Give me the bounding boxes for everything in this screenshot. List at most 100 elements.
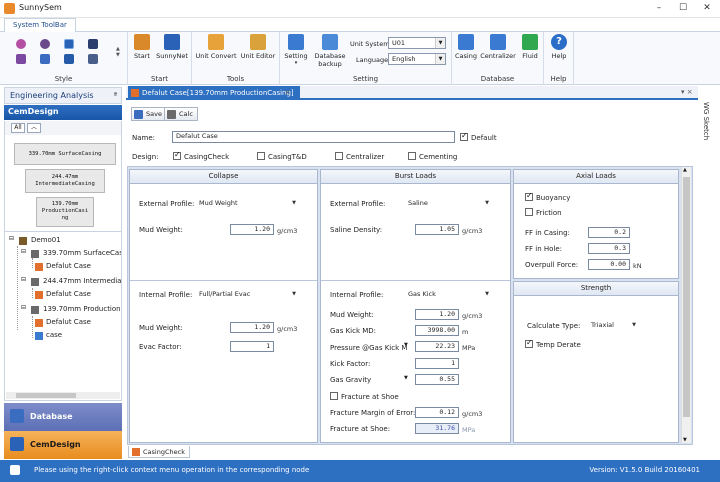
- wg-sketch-side-tab[interactable]: WG Sketch: [699, 100, 715, 180]
- ribbon-tab-system-toolbar[interactable]: System ToolBar: [4, 18, 76, 32]
- unit-editor-button[interactable]: Unit Editor: [238, 34, 278, 60]
- chevron-down-icon[interactable]: ▼: [404, 375, 408, 381]
- database-backup-button[interactable]: Database backup: [312, 34, 348, 68]
- style-icon-1[interactable]: [16, 39, 26, 49]
- case-icon: [132, 448, 140, 456]
- cementing-checkbox[interactable]: [408, 152, 416, 160]
- tab-menu-icon[interactable]: ▾ ×: [681, 88, 693, 96]
- casing-box-surface[interactable]: 339.70mm SurfaceCasing: [14, 143, 116, 165]
- calculate-type-dropdown[interactable]: Triaxial ▼: [588, 320, 638, 331]
- style-icon-3[interactable]: [64, 39, 74, 49]
- all-button[interactable]: All: [11, 123, 25, 133]
- fracture-margin-input[interactable]: 0.12: [415, 407, 459, 418]
- casingtd-checkbox[interactable]: [257, 152, 265, 160]
- evac-factor-input[interactable]: 1: [230, 341, 274, 352]
- group-label-help: Help: [550, 75, 567, 83]
- sunnynet-button[interactable]: SunnyNet: [154, 34, 190, 60]
- expand-icon[interactable]: ⊟: [21, 276, 26, 283]
- document-tab-default-case[interactable]: Defalut Case[139.70mm ProductionCasing]: [128, 86, 300, 100]
- saline-density-input[interactable]: 1.05: [415, 224, 459, 235]
- fluid-db-icon: [522, 34, 538, 50]
- setting-dropdown-icon: ▾: [294, 60, 298, 66]
- content-vertical-scrollbar[interactable]: ▲ ▼: [681, 167, 691, 443]
- collapse-int-profile-dropdown[interactable]: Full/Partial Evac ▼: [196, 289, 298, 300]
- help-button[interactable]: ? Help: [547, 34, 571, 60]
- nav-cemdesign[interactable]: CemDesign: [4, 431, 122, 459]
- ff-casing-input[interactable]: 0.2: [588, 227, 630, 238]
- collapse-int-profile-label: Internal Profile:: [139, 291, 193, 299]
- expand-icon[interactable]: ⊟: [21, 248, 26, 255]
- collapse-int-mud-input[interactable]: 1.20: [230, 322, 274, 333]
- title-bar: SunnySem – ☐ ✕: [0, 0, 720, 18]
- saline-density-label: Saline Density:: [330, 226, 383, 234]
- maximize-button[interactable]: ☐: [672, 1, 694, 16]
- close-tab-icon[interactable]: ×: [284, 88, 291, 97]
- chevron-down-icon[interactable]: ▼: [404, 342, 408, 348]
- ff-hole-label: FF in Hole:: [525, 245, 563, 253]
- unit-convert-button[interactable]: Unit Convert: [194, 34, 238, 60]
- friction-label: Friction: [536, 209, 562, 217]
- style-icon-7[interactable]: [64, 54, 74, 64]
- collapse-ext-profile-dropdown[interactable]: Mud Weight ▼: [196, 198, 298, 209]
- scrollbar-thumb[interactable]: [683, 177, 690, 417]
- start-button[interactable]: Start: [130, 34, 154, 60]
- gas-gravity-label: Gas Gravity: [330, 376, 372, 384]
- style-icon-2[interactable]: [40, 39, 50, 49]
- collapse-up-button[interactable]: ︿: [27, 123, 41, 133]
- chevron-down-icon: ▼: [485, 200, 489, 206]
- casing-box-intermediate[interactable]: 244.47mm IntermediateCasing: [25, 169, 105, 193]
- pin-icon[interactable]: ª: [114, 91, 117, 99]
- fracture-at-shoe-checkbox[interactable]: [330, 392, 338, 400]
- name-input[interactable]: Defalut Case: [172, 131, 455, 143]
- casingcheck-checkbox[interactable]: [173, 150, 181, 160]
- kick-factor-input[interactable]: 1: [415, 358, 459, 369]
- style-icon-8[interactable]: [88, 54, 98, 64]
- style-expand-icon[interactable]: ▲ ▼: [116, 46, 120, 58]
- buoyancy-checkbox[interactable]: [525, 191, 533, 201]
- style-icon-6[interactable]: [40, 54, 50, 64]
- ff-hole-input[interactable]: 0.3: [588, 243, 630, 254]
- case-icon: [35, 319, 43, 327]
- tree-horizontal-scrollbar[interactable]: [6, 392, 120, 399]
- centralizer-checkbox[interactable]: [335, 152, 343, 160]
- unit-system-select[interactable]: U01 ▼: [388, 37, 446, 49]
- setting-button[interactable]: Setting ▾: [282, 34, 310, 66]
- group-label-start: Start: [150, 75, 169, 83]
- expand-icon[interactable]: ⊟: [9, 235, 14, 242]
- pressure-gas-kick-input[interactable]: 22.23: [415, 341, 459, 352]
- burst-ext-profile-dropdown[interactable]: Saline ▼: [405, 198, 491, 209]
- fracture-shoe-value: 31.76: [415, 423, 459, 434]
- save-button[interactable]: Save: [131, 107, 167, 121]
- overpull-force-input[interactable]: 0.00: [588, 259, 630, 270]
- scroll-up-icon[interactable]: ▲: [683, 167, 687, 173]
- calc-button[interactable]: Calc: [164, 107, 198, 121]
- casing-schematic-area: 339.70mm SurfaceCasing 244.47mm Intermed…: [4, 135, 122, 231]
- collapse-mud-weight-input[interactable]: 1.20: [230, 224, 274, 235]
- fluid-button[interactable]: Fluid: [518, 34, 542, 60]
- default-checkbox[interactable]: [460, 131, 468, 141]
- friction-checkbox[interactable]: [525, 208, 533, 216]
- cemdesign-module-bar: CemDesign: [4, 105, 122, 120]
- expand-icon[interactable]: ⊟: [21, 304, 26, 311]
- gas-gravity-input[interactable]: 0.55: [415, 374, 459, 385]
- nav-database[interactable]: Database: [4, 403, 122, 431]
- style-icon-4[interactable]: [88, 39, 98, 49]
- default-label: Default: [471, 134, 497, 142]
- burst-int-profile-dropdown[interactable]: Gas Kick ▼: [405, 289, 491, 300]
- chevron-down-icon: ▼: [292, 291, 296, 297]
- burst-mud-weight-input[interactable]: 1.20: [415, 309, 459, 320]
- style-icon-5[interactable]: [16, 54, 26, 64]
- minimize-button[interactable]: –: [648, 1, 670, 16]
- scroll-down-icon[interactable]: ▼: [683, 437, 687, 443]
- casing-button[interactable]: Casing: [454, 34, 478, 60]
- collapse-int-mud-unit: g/cm3: [277, 325, 298, 333]
- cemdesign-nav-icon: [10, 437, 24, 451]
- language-select[interactable]: English ▼: [388, 53, 446, 65]
- temp-derate-checkbox[interactable]: [525, 338, 533, 348]
- burst-loads-panel: Burst Loads External Profile: Saline ▼ Sa…: [320, 169, 511, 443]
- casing-box-production[interactable]: 139.70mm ProductionCasi ng: [36, 197, 94, 227]
- gas-kick-md-input[interactable]: 3998.00: [415, 325, 459, 336]
- centralizer-button[interactable]: Centralizer: [480, 34, 516, 60]
- casingcheck-bottom-tab[interactable]: CasingCheck: [128, 446, 190, 458]
- close-window-button[interactable]: ✕: [696, 1, 718, 16]
